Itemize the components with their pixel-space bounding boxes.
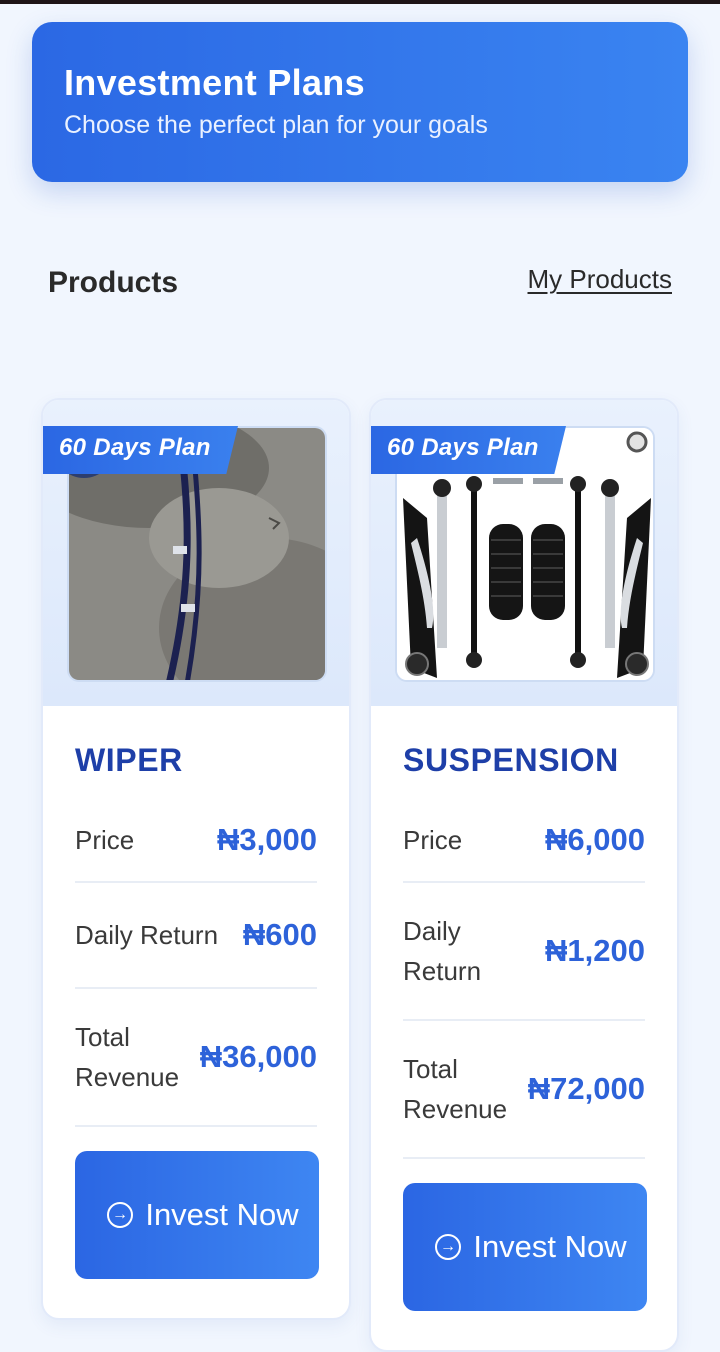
daily-return-row: Daily Return ₦1,200 xyxy=(403,883,645,1021)
product-details: WIPER Price ₦3,000 Daily Return ₦600 Tot… xyxy=(43,706,349,1279)
daily-return-value: ₦600 xyxy=(242,917,317,952)
invest-now-button[interactable]: → Invest Now xyxy=(75,1151,319,1279)
product-name: SUSPENSION xyxy=(403,742,619,778)
price-label: Price xyxy=(403,825,463,855)
product-details: SUSPENSION Price ₦6,000 Daily Return ₦1,… xyxy=(371,706,677,1311)
page-subtitle: Choose the perfect plan for your goals xyxy=(64,111,488,139)
arrow-right-circle-icon: → xyxy=(435,1234,461,1260)
plan-badge: 60 Days Plan xyxy=(43,426,238,474)
price-label: Price xyxy=(75,825,135,855)
total-revenue-label: Total Revenue xyxy=(75,1022,180,1092)
page-title: Investment Plans xyxy=(64,62,365,103)
price-value: ₦6,000 xyxy=(545,822,645,857)
status-strip xyxy=(0,0,720,4)
price-row: Price ₦6,000 xyxy=(403,799,645,883)
product-card-suspension: 60 Days Plan SUSPENSION Price ₦6,000 Dai… xyxy=(369,398,679,1352)
invest-now-label: Invest Now xyxy=(145,1197,299,1232)
daily-return-label: Daily Return xyxy=(403,916,482,986)
product-card-wiper: 60 Days Plan WIPER Price ₦3,000 Daily Re… xyxy=(41,398,351,1320)
my-products-link[interactable]: My Products xyxy=(528,264,673,295)
section-title: Products xyxy=(48,266,179,299)
product-media: 60 Days Plan xyxy=(43,400,349,706)
daily-return-row: Daily Return ₦600 xyxy=(75,883,317,989)
daily-return-value: ₦1,200 xyxy=(545,933,645,968)
total-revenue-value: ₦72,000 xyxy=(527,1071,645,1106)
total-revenue-row: Total Revenue ₦72,000 xyxy=(403,1021,645,1159)
total-revenue-label: Total Revenue xyxy=(403,1054,508,1124)
daily-return-label: Daily Return xyxy=(75,920,219,950)
invest-now-label: Invest Now xyxy=(473,1229,627,1264)
price-value: ₦3,000 xyxy=(217,822,317,857)
total-revenue-row: Total Revenue ₦36,000 xyxy=(75,989,317,1127)
product-media: 60 Days Plan xyxy=(371,400,677,706)
price-row: Price ₦3,000 xyxy=(75,799,317,883)
arrow-right-circle-icon: → xyxy=(107,1202,133,1228)
header-banner: Investment Plans Choose the perfect plan… xyxy=(32,22,688,182)
invest-now-button[interactable]: → Invest Now xyxy=(403,1183,647,1311)
plan-badge: 60 Days Plan xyxy=(371,426,566,474)
total-revenue-value: ₦36,000 xyxy=(199,1039,317,1074)
product-name: WIPER xyxy=(75,742,183,778)
